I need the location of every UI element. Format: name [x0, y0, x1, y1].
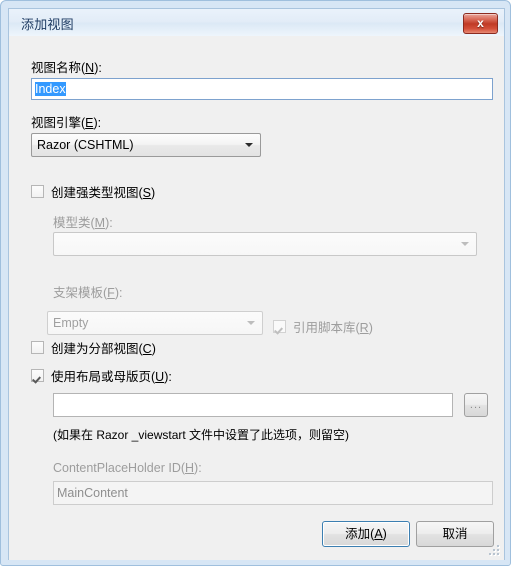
scaffold-template-label: 支架模板(F):: [53, 286, 123, 300]
layout-page-browse-button[interactable]: ...: [464, 393, 488, 417]
checkbox-reference-script-libraries: 引用脚本库(R): [273, 317, 373, 336]
view-engine-select[interactable]: Razor (CSHTML): [31, 133, 261, 157]
checkbox-reference-script-libraries-box: [273, 320, 286, 333]
layout-page-input[interactable]: [53, 393, 453, 417]
checkbox-create-partial-view-label: 创建为分部视图(C): [51, 342, 156, 356]
scaffold-template-select: Empty: [47, 311, 263, 335]
content-placeholder-input: MainContent: [53, 481, 493, 505]
close-icon[interactable]: x: [463, 13, 498, 34]
checkbox-use-layout-page-label: 使用布局或母版页(U):: [51, 370, 172, 384]
checkbox-reference-script-libraries-label: 引用脚本库(R): [293, 321, 373, 335]
title-bar[interactable]: 添加视图 x: [9, 9, 504, 37]
view-name-input[interactable]: Index: [31, 78, 493, 100]
cancel-button-label: 取消: [442, 527, 468, 541]
content-placeholder-value: MainContent: [57, 486, 128, 500]
model-class-select: [53, 232, 477, 256]
view-name-value: Index: [35, 82, 66, 96]
checkbox-use-layout-page[interactable]: 使用布局或母版页(U):: [31, 366, 172, 385]
cancel-button[interactable]: 取消: [416, 521, 494, 547]
add-button-label: 添加(A): [345, 527, 387, 541]
checkbox-strongly-typed-view[interactable]: 创建强类型视图(S): [31, 182, 155, 201]
chevron-down-icon: [461, 242, 469, 246]
add-view-dialog-window: 添加视图 x 视图名称(N): Index 视图引擎(E): Razor (CS…: [0, 0, 511, 566]
window-title: 添加视图: [21, 17, 74, 32]
checkbox-create-partial-view[interactable]: 创建为分部视图(C): [31, 338, 156, 357]
dialog-client-area: 视图名称(N): Index 视图引擎(E): Razor (CSHTML) 创…: [9, 36, 504, 560]
view-engine-value: Razor (CSHTML): [37, 138, 134, 152]
add-button[interactable]: 添加(A): [322, 521, 410, 547]
checkbox-strongly-typed-box[interactable]: [31, 185, 44, 198]
layout-page-hint: (如果在 Razor _viewstart 文件中设置了此选项，则留空): [53, 428, 350, 442]
checkbox-strongly-typed-label: 创建强类型视图(S): [51, 186, 156, 200]
checkbox-use-layout-page-box[interactable]: [31, 369, 44, 382]
scaffold-template-value: Empty: [53, 316, 89, 330]
chevron-down-icon: [247, 321, 255, 325]
resize-grip-icon[interactable]: [488, 545, 501, 558]
dialog-frame-inner: 添加视图 x 视图名称(N): Index 视图引擎(E): Razor (CS…: [8, 8, 505, 560]
content-placeholder-label: ContentPlaceHolder ID(H):: [53, 461, 202, 475]
model-class-label: 模型类(M):: [53, 216, 113, 230]
close-x-glyph: x: [477, 16, 484, 30]
checkbox-create-partial-view-box[interactable]: [31, 341, 44, 354]
view-engine-label: 视图引擎(E):: [31, 116, 102, 130]
browse-ellipsis-label: ...: [469, 399, 483, 411]
view-name-label: 视图名称(N):: [31, 61, 102, 75]
chevron-down-icon: [245, 143, 253, 147]
